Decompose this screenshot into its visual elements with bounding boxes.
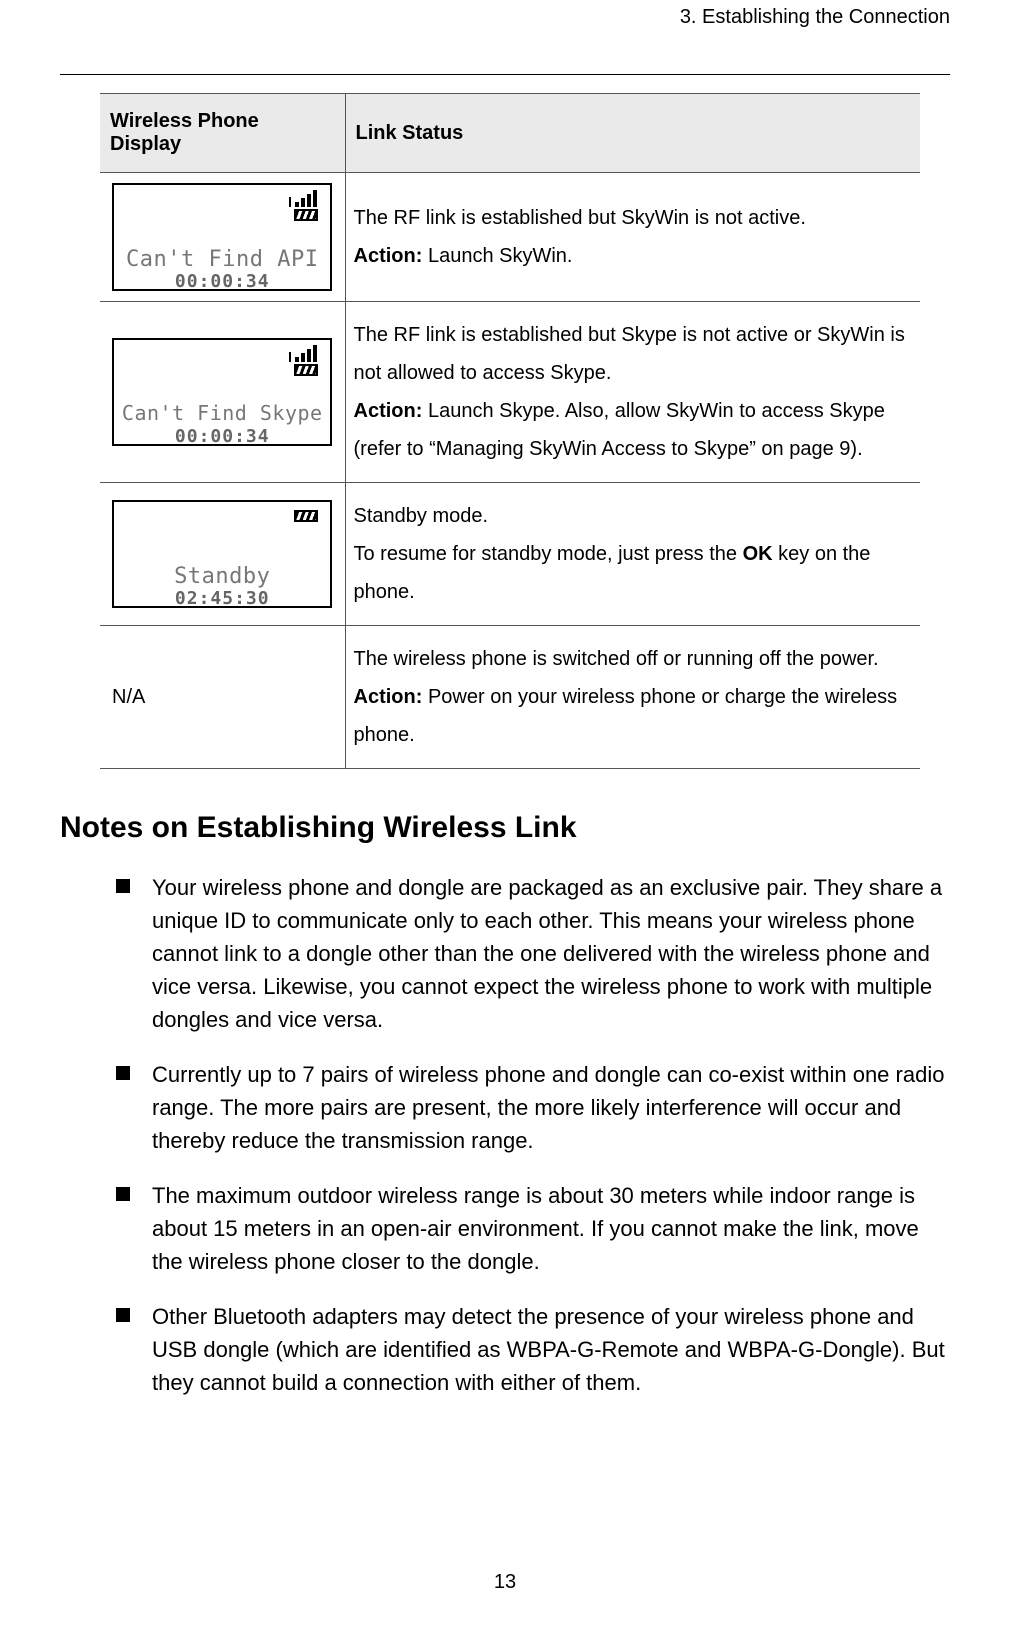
- battery-icon: [294, 364, 318, 376]
- battery-icon: [294, 510, 318, 522]
- status-text: The RF link is established but SkyWin is…: [354, 199, 913, 237]
- status-text-pre: Standby mode.: [354, 497, 913, 535]
- display-line-2: 02:45:30: [114, 582, 330, 616]
- table-row: Can't Find Skype 00:00:34 The RF link is…: [100, 302, 920, 483]
- action-line: Action: Launch SkyWin.: [354, 237, 913, 275]
- display-line-2: 00:00:34: [114, 265, 330, 299]
- action-text: Power on your wireless phone or charge t…: [354, 686, 898, 746]
- display-line-2: 00:00:34: [114, 420, 330, 454]
- list-item: The maximum outdoor wireless range is ab…: [116, 1179, 946, 1278]
- signal-antenna-icon: [289, 352, 291, 362]
- phone-display-cant-find-api: Can't Find API 00:00:34: [112, 183, 332, 291]
- action-line: Action: Launch Skype. Also, allow SkyWin…: [354, 392, 913, 468]
- display-na: N/A: [108, 678, 337, 716]
- action-label: Action:: [354, 400, 423, 422]
- action-label: Action:: [354, 686, 423, 708]
- table-row: Standby 02:45:30 Standby mode. To resume…: [100, 483, 920, 626]
- phone-display-standby: Standby 02:45:30: [112, 500, 332, 608]
- running-header: 3. Establishing the Connection: [60, 0, 950, 29]
- notes-heading: Notes on Establishing Wireless Link: [60, 811, 950, 845]
- notes-list: Your wireless phone and dongle are packa…: [60, 871, 950, 1399]
- list-item: Currently up to 7 pairs of wireless phon…: [116, 1058, 946, 1157]
- signal-antenna-icon: [289, 197, 291, 207]
- list-item: Other Bluetooth adapters may detect the …: [116, 1300, 946, 1399]
- status-text: To resume for standby mode, just press t…: [354, 535, 913, 611]
- status-text: The wireless phone is switched off or ru…: [354, 640, 913, 678]
- action-label: Action:: [354, 245, 423, 267]
- status-text-main: To resume for standby mode, just press t…: [354, 543, 743, 565]
- table-header-status: Link Status: [345, 94, 920, 173]
- page-number: 13: [0, 1571, 1010, 1594]
- table-header-display: Wireless Phone Display: [100, 94, 345, 173]
- table-row: N/A The wireless phone is switched off o…: [100, 626, 920, 769]
- phone-display-cant-find-skype: Can't Find Skype 00:00:34: [112, 338, 332, 446]
- battery-icon: [294, 209, 318, 221]
- status-text: The RF link is established but Skype is …: [354, 316, 913, 392]
- action-text: Launch Skype. Also, allow SkyWin to acce…: [354, 400, 885, 460]
- ok-key: OK: [743, 543, 773, 565]
- action-text: Launch SkyWin.: [422, 245, 572, 267]
- header-rule: [60, 74, 950, 75]
- action-line: Action: Power on your wireless phone or …: [354, 678, 913, 754]
- link-status-table: Wireless Phone Display Link Status: [100, 93, 920, 769]
- signal-bars-icon: [295, 344, 317, 362]
- table-row: Can't Find API 00:00:34 The RF link is e…: [100, 173, 920, 302]
- list-item: Your wireless phone and dongle are packa…: [116, 871, 946, 1036]
- signal-bars-icon: [295, 189, 317, 207]
